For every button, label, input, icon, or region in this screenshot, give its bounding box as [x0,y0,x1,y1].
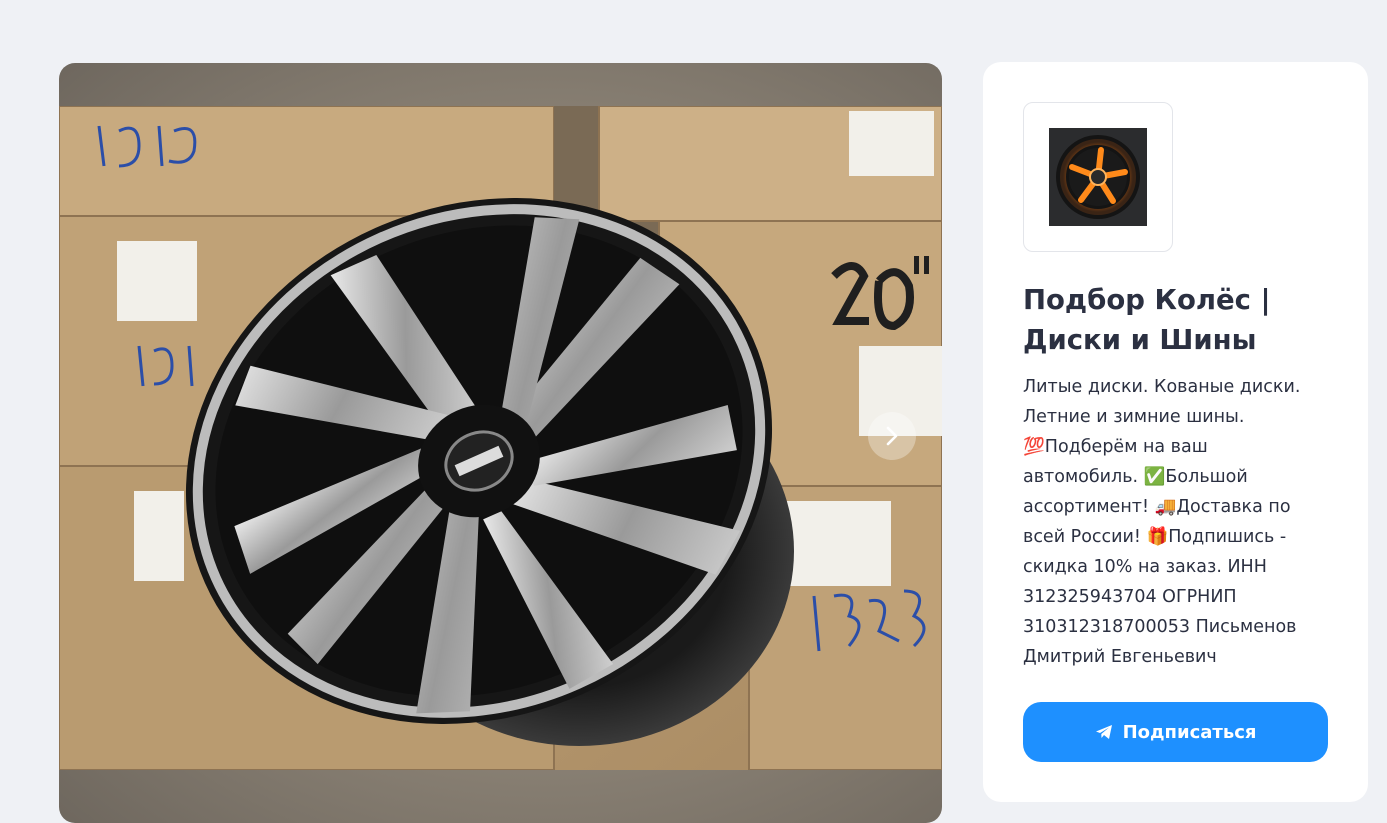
channel-card: Подбор Колёс | Диски и Шины Литые диски.… [983,62,1368,802]
gallery-photo[interactable] [59,106,942,770]
telegram-plane-icon [1095,725,1112,739]
channel-description: Литые диски. Кованые диски. Летние и зим… [1023,377,1301,667]
chevron-right-icon [886,426,898,446]
wheel-logo-icon [1049,128,1147,226]
photo-gallery [59,63,942,823]
channel-title: Подбор Колёс | Диски и Шины [1023,284,1271,356]
subscribe-label: Подписаться [1122,721,1257,743]
channel-avatar [1023,102,1173,252]
subscribe-button[interactable]: Подписаться [1023,702,1328,762]
next-photo-button[interactable] [868,412,916,460]
